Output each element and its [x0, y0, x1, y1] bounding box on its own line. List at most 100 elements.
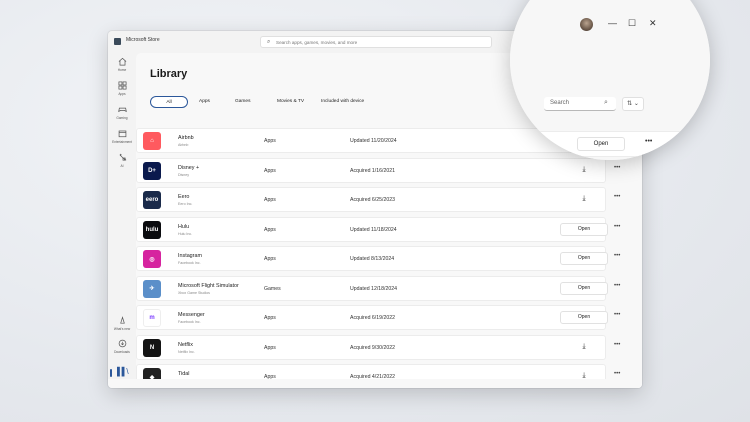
- app-logo-icon: m: [143, 309, 161, 327]
- more-options-icon[interactable]: •••: [614, 194, 620, 200]
- search-icon: ⌕: [267, 39, 271, 45]
- open-button[interactable]: Open: [560, 281, 608, 295]
- app-name: Eero: [178, 194, 190, 200]
- sidebar-item-ai[interactable]: AI: [108, 153, 136, 168]
- app-type: Apps: [264, 226, 276, 233]
- app-logo-icon: eero: [143, 191, 161, 209]
- open-button[interactable]: Open: [560, 222, 608, 236]
- app-publisher: Facebook Inc.: [178, 320, 201, 324]
- zoom-magnifier: — ☐ ✕ Search ⌕ ⇅ ⌄ Open ••• ⤓ •••: [510, 0, 710, 160]
- sidebar-item-whats-new[interactable]: What's new: [108, 316, 136, 331]
- download-button[interactable]: ⤓: [560, 193, 608, 206]
- list-item[interactable]: ✈ Microsoft Flight Simulator Xbox Game S…: [136, 275, 620, 301]
- filter-included-with-device[interactable]: Included with device: [314, 96, 371, 108]
- downloads-icon: [118, 339, 126, 348]
- library-icon[interactable]: ▌▌\: [117, 367, 129, 376]
- app-logo-icon: D+: [143, 161, 161, 180]
- sidebar-item-downloads[interactable]: Downloads: [108, 339, 136, 354]
- app-name: Netflix: [178, 341, 193, 348]
- app-status: Acquired 6/25/2023: [350, 197, 395, 203]
- search-icon: ⌕: [604, 99, 608, 106]
- sidebar-item-entertainment[interactable]: Entertainment: [108, 129, 136, 144]
- app-publisher: Disney: [178, 172, 189, 177]
- app-logo-icon: ✈: [143, 279, 161, 298]
- app-publisher: Facebook Inc.: [178, 261, 201, 265]
- list-item[interactable]: eero Eero Eero Inc. Apps Acquired 6/25/2…: [136, 187, 620, 212]
- sidebar-item-label: What's new: [113, 327, 131, 331]
- app-publisher: Eero Inc.: [178, 202, 193, 206]
- more-options-icon[interactable]: •••: [614, 342, 620, 348]
- filter-all[interactable]: All: [150, 96, 188, 108]
- list-item[interactable]: m Messenger Facebook Inc. Apps Acquired …: [136, 305, 620, 330]
- app-title: Microsoft Store: [126, 37, 160, 43]
- list-item[interactable]: N Netflix Netflix Inc. Apps Acquired 9/3…: [136, 334, 620, 360]
- app-status: Acquired 1/16/2021: [350, 167, 395, 174]
- sidebar-item-apps[interactable]: Apps: [108, 81, 136, 96]
- app-status: Updated 12/18/2024: [350, 285, 398, 292]
- app-name: Hulu: [178, 223, 190, 230]
- list-item[interactable]: D+ Disney + Disney Apps Acquired 1/16/20…: [136, 157, 620, 183]
- download-button[interactable]: ⤓: [560, 341, 608, 354]
- global-search-input[interactable]: ⌕ Search apps, games, movies, and more: [260, 36, 492, 48]
- filter-games[interactable]: Games: [228, 96, 257, 108]
- sidebar-item-gaming[interactable]: Gaming: [108, 105, 136, 120]
- maximize-button[interactable]: ☐: [628, 18, 636, 29]
- sidebar-item-home[interactable]: Home: [108, 57, 136, 72]
- sort-button[interactable]: ⇅ ⌄: [622, 97, 644, 111]
- open-button[interactable]: Open: [577, 137, 625, 151]
- app-type: Apps: [264, 197, 276, 203]
- filter-apps[interactable]: Apps: [192, 96, 217, 108]
- sidebar-item-label: Apps: [118, 92, 126, 96]
- list-item[interactable]: ◎ Instagram Facebook Inc. Apps Updated 8…: [136, 246, 620, 271]
- app-name: Messenger: [178, 312, 205, 318]
- app-logo-icon: ◎: [143, 250, 161, 268]
- app-logo-icon: ⌂: [143, 132, 161, 150]
- sidebar-item-label: AI: [120, 164, 124, 168]
- user-avatar[interactable]: [580, 18, 593, 31]
- app-publisher: Hulu Inc.: [178, 231, 193, 236]
- app-publisher: Airbnb: [178, 143, 189, 147]
- more-options-icon[interactable]: •••: [614, 224, 620, 230]
- more-options-icon[interactable]: •••: [614, 371, 620, 377]
- minimize-button[interactable]: —: [608, 18, 617, 28]
- app-status: Updated 8/13/2024: [350, 256, 395, 262]
- app-publisher: Netflix Inc.: [178, 349, 195, 354]
- app-name: Tidal: [178, 371, 190, 377]
- sidebar-item-label: Home: [117, 68, 127, 72]
- gaming-icon: [117, 107, 127, 113]
- more-options-icon[interactable]: •••: [614, 165, 620, 171]
- filter-movies-tv[interactable]: Movies & TV: [270, 96, 311, 108]
- sidebar: Home Apps Gaming Entertainment AI What's…: [108, 53, 136, 388]
- entertainment-icon: [118, 130, 126, 138]
- library-active-indicator: [110, 369, 112, 377]
- download-button[interactable]: ⤓: [560, 164, 608, 177]
- sidebar-item-label: Downloads: [114, 350, 130, 354]
- library-search-placeholder: Search: [550, 100, 570, 106]
- app-type: Apps: [264, 344, 276, 351]
- open-button[interactable]: Open: [560, 311, 608, 324]
- app-name: Disney +: [178, 164, 200, 171]
- library-search-input[interactable]: Search ⌕: [544, 97, 616, 111]
- open-button[interactable]: Open: [560, 252, 608, 265]
- global-search-placeholder: Search apps, games, movies, and more: [276, 40, 358, 45]
- more-options-icon[interactable]: •••: [614, 253, 620, 259]
- more-options-icon[interactable]: •••: [614, 312, 620, 318]
- more-options-icon[interactable]: •••: [614, 283, 620, 289]
- close-button[interactable]: ✕: [649, 18, 657, 29]
- app-status: Acquired 6/19/2022: [350, 315, 395, 321]
- app-type: Apps: [264, 315, 276, 321]
- ai-icon: [119, 153, 126, 161]
- store-logo-icon: [114, 38, 121, 45]
- sidebar-item-label: Entertainment: [112, 140, 132, 144]
- more-options-icon[interactable]: •••: [645, 138, 652, 145]
- app-name: Airbnb: [178, 135, 194, 141]
- app-type: Apps: [264, 167, 276, 174]
- list-item[interactable]: hulu Hulu Hulu Inc. Apps Updated 11/18/2…: [136, 216, 620, 242]
- home-icon: [118, 57, 126, 66]
- bottom-edge: [108, 379, 642, 388]
- app-logo-icon: hulu: [143, 220, 161, 239]
- app-status: Acquired 9/30/2022: [350, 344, 395, 351]
- page-title: Library: [150, 68, 188, 80]
- apps-icon: [118, 81, 126, 90]
- sort-icon: ⇅ ⌄: [627, 101, 639, 107]
